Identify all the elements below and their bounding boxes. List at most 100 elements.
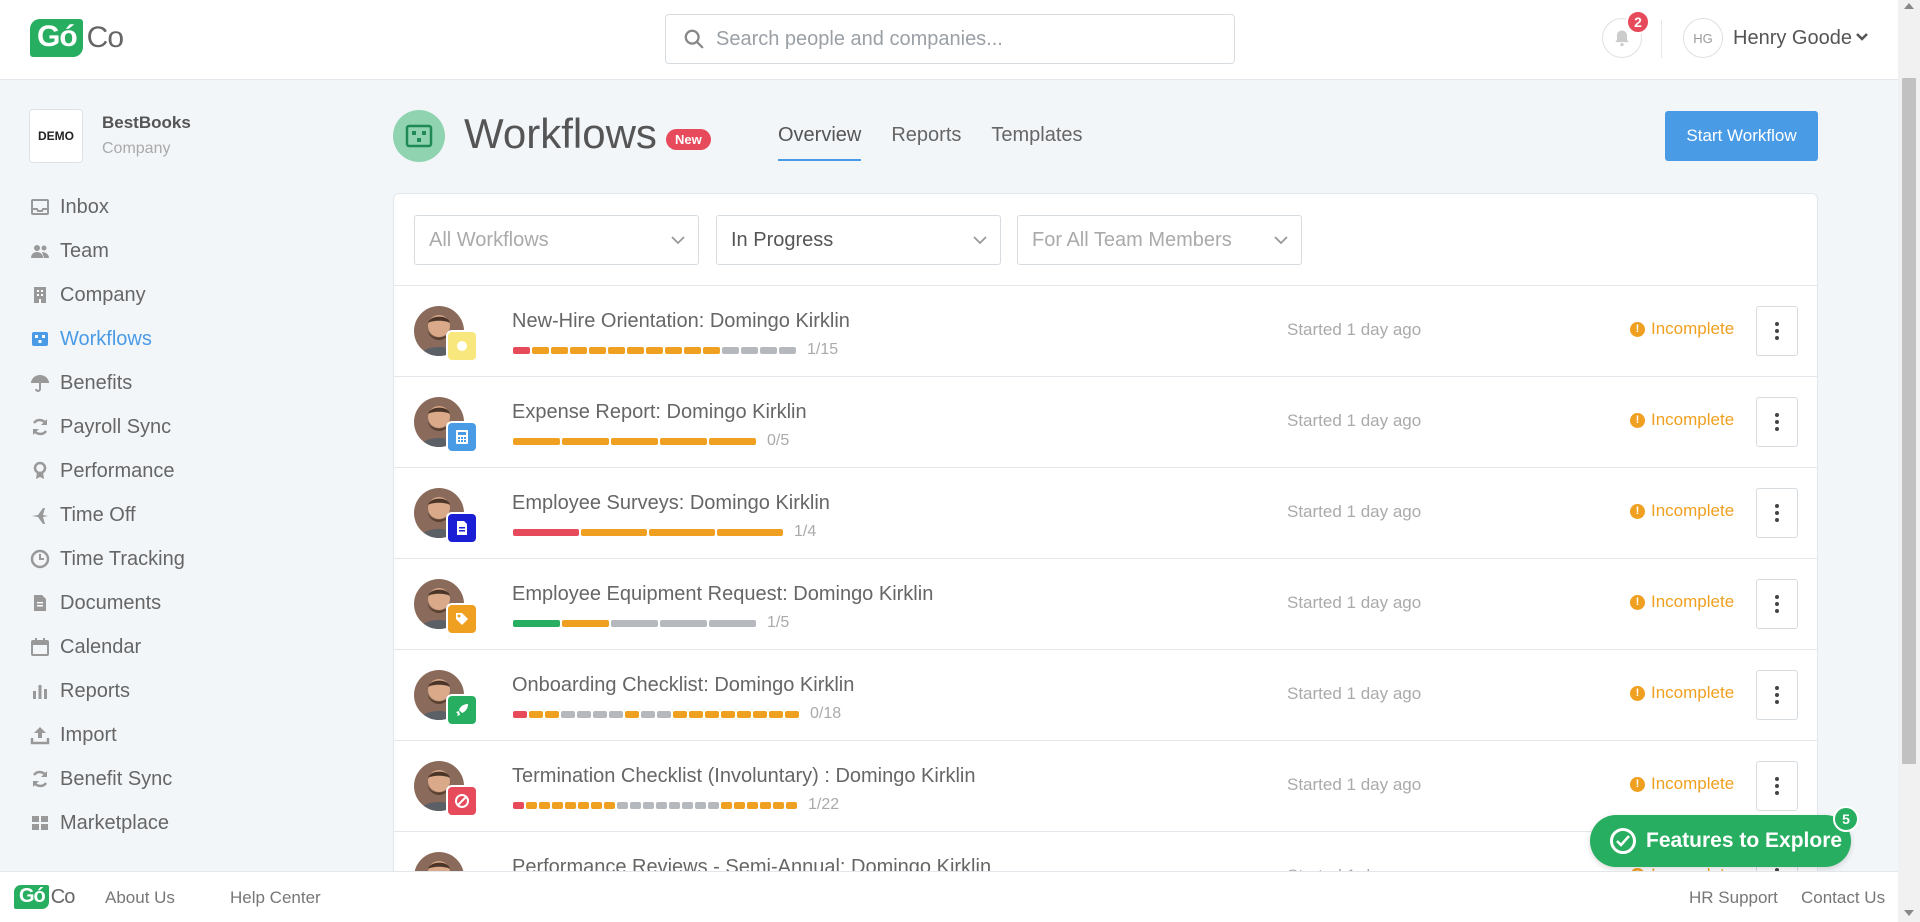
sidebar-item-label: Workflows <box>60 327 152 350</box>
sidebar-item-workflows[interactable]: Workflows <box>0 317 330 361</box>
sidebar-item-label: Benefit Sync <box>60 767 173 790</box>
progress-segment <box>513 437 560 445</box>
progress-count: 1/22 <box>808 796 840 813</box>
progress-segment <box>769 710 783 718</box>
scroll-up-arrow[interactable] <box>1904 3 1914 9</box>
progress-segment <box>625 710 639 718</box>
status-label: Incomplete <box>1651 774 1735 793</box>
progress-segment <box>734 801 745 809</box>
dot <box>1775 595 1779 599</box>
progress-segment <box>709 619 756 627</box>
workflow-progress-bar: 1/22 <box>513 796 839 814</box>
workflow-row[interactable]: Onboarding Checklist: Domingo Kirklin 0/1… <box>394 650 1817 741</box>
features-to-explore-button[interactable]: Features to Explore <box>1590 815 1851 867</box>
status-label: Incomplete <box>1651 410 1735 429</box>
sidebar-item-time-off[interactable]: Time Off <box>0 493 330 537</box>
more-options-button[interactable] <box>1756 306 1798 356</box>
page-scrollbar[interactable] <box>1898 0 1920 922</box>
sidebar-item-team[interactable]: Team <box>0 229 330 273</box>
hr-support-link[interactable]: HR Support <box>1689 888 1778 908</box>
workflow-title[interactable]: Onboarding Checklist: Domingo Kirklin <box>512 674 854 697</box>
more-options-button[interactable] <box>1756 397 1798 447</box>
sidebar-item-import[interactable]: Import <box>0 713 330 757</box>
grid-icon <box>29 812 51 834</box>
more-options-button[interactable] <box>1756 488 1798 538</box>
scroll-thumb[interactable] <box>1902 78 1916 764</box>
sidebar-item-documents[interactable]: Documents <box>0 581 330 625</box>
tab-templates[interactable]: Templates <box>991 124 1082 161</box>
dot <box>1775 609 1779 613</box>
search-input[interactable] <box>716 27 1216 51</box>
more-options-button[interactable] <box>1756 761 1798 811</box>
tab-reports[interactable]: Reports <box>891 124 961 161</box>
about-us-link[interactable]: About Us <box>105 888 175 908</box>
status-badge: ! Incomplete <box>1630 501 1734 521</box>
footer-logo-go: Gó <box>14 885 49 909</box>
user-name[interactable]: Henry Goode <box>1733 27 1852 50</box>
footer-logo[interactable]: Gó Co <box>14 885 76 909</box>
goco-logo[interactable]: Gó Co <box>30 19 124 57</box>
dot <box>1775 413 1779 417</box>
sidebar-item-time-tracking[interactable]: Time Tracking <box>0 537 330 581</box>
dot <box>1775 322 1779 326</box>
user-avatar[interactable]: HG <box>1683 18 1723 58</box>
tab-overview[interactable]: Overview <box>778 124 862 161</box>
contact-us-link[interactable]: Contact Us <box>1801 888 1885 908</box>
document-icon <box>29 592 51 614</box>
workflow-title[interactable]: Employee Equipment Request: Domingo Kirk… <box>512 583 933 606</box>
workflow-type-select[interactable]: All Workflows <box>414 215 699 265</box>
sidebar-item-performance[interactable]: Performance <box>0 449 330 493</box>
sidebar-item-marketplace[interactable]: Marketplace <box>0 801 330 845</box>
warning-icon: ! <box>1630 321 1645 337</box>
workflow-title[interactable]: Expense Report: Domingo Kirklin <box>512 401 807 424</box>
company-logo[interactable]: DEMO <box>29 109 83 163</box>
workflow-title[interactable]: Employee Surveys: Domingo Kirklin <box>512 492 830 515</box>
more-options-button[interactable] <box>1756 579 1798 629</box>
started-time: Started 1 day ago <box>1287 320 1422 339</box>
scroll-down-arrow[interactable] <box>1904 910 1914 916</box>
sidebar-item-calendar[interactable]: Calendar <box>0 625 330 669</box>
progress-segment <box>611 619 658 627</box>
status-value: In Progress <box>731 228 834 251</box>
sidebar-item-inbox[interactable]: Inbox <box>0 185 330 229</box>
status-badge: ! Incomplete <box>1630 683 1734 703</box>
status-select[interactable]: In Progress <box>716 215 1001 265</box>
dot <box>1775 602 1779 606</box>
more-options-button[interactable] <box>1756 670 1798 720</box>
logo-go-text: Gó <box>30 19 83 57</box>
chevron-down-icon[interactable] <box>1855 32 1869 42</box>
workflow-tabs: Overview Reports Templates <box>778 124 1113 161</box>
start-workflow-button[interactable]: Start Workflow <box>1665 111 1818 161</box>
workflow-progress-bar: 1/15 <box>513 341 838 359</box>
progress-segment <box>660 437 707 445</box>
progress-segment <box>753 710 767 718</box>
workflow-row[interactable]: Employee Equipment Request: Domingo Kirk… <box>394 559 1817 650</box>
workflow-row[interactable]: Employee Surveys: Domingo Kirklin 1/4 Star… <box>394 468 1817 559</box>
plane-icon <box>29 504 51 526</box>
sidebar-item-reports[interactable]: Reports <box>0 669 330 713</box>
warning-icon: ! <box>1630 594 1645 610</box>
status-badge: ! Incomplete <box>1630 774 1734 794</box>
workflow-row[interactable]: New-Hire Orientation: Domingo Kirklin 1/1… <box>394 286 1817 377</box>
help-center-link[interactable]: Help Center <box>230 888 321 908</box>
sidebar-item-benefit-sync[interactable]: Benefit Sync <box>0 757 330 801</box>
footer-logo-co: Co <box>50 885 76 908</box>
dot <box>1775 784 1779 788</box>
progress-segment <box>669 801 680 809</box>
workflow-row[interactable]: Expense Report: Domingo Kirklin 0/5 Starte… <box>394 377 1817 468</box>
started-time: Started 1 day ago <box>1287 775 1422 794</box>
sidebar-item-company[interactable]: Company <box>0 273 330 317</box>
sidebar-item-benefits[interactable]: Benefits <box>0 361 330 405</box>
sidebar-item-label: Import <box>60 723 117 746</box>
sidebar-item-payroll-sync[interactable]: Payroll Sync <box>0 405 330 449</box>
building-icon <box>29 284 51 306</box>
progress-segment <box>684 346 701 354</box>
progress-segment <box>646 346 663 354</box>
workflow-progress-bar: 1/5 <box>513 614 789 632</box>
workflow-title[interactable]: New-Hire Orientation: Domingo Kirklin <box>512 310 850 333</box>
progress-segment <box>581 528 647 536</box>
team-members-select[interactable]: For All Team Members <box>1017 215 1302 265</box>
progress-segment <box>721 710 735 718</box>
progress-segment <box>627 346 644 354</box>
workflow-title[interactable]: Termination Checklist (Involuntary) : Do… <box>512 765 976 788</box>
